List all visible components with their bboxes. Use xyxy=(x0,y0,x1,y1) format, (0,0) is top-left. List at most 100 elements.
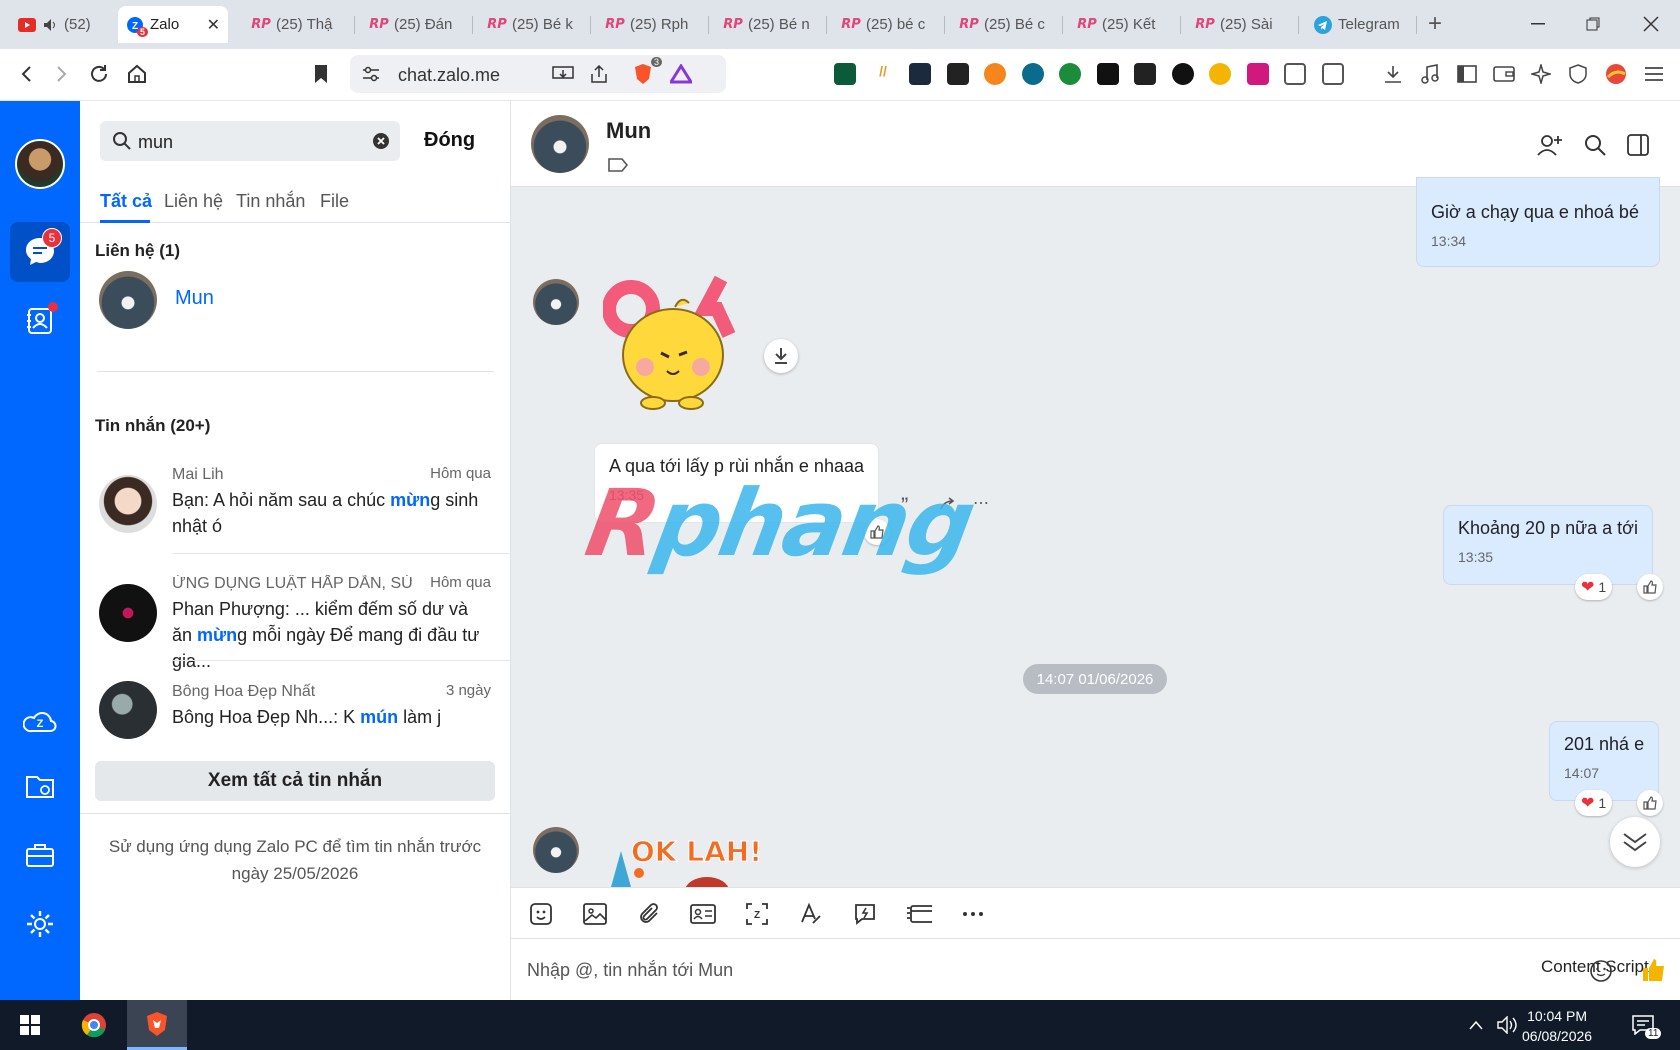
search-box[interactable]: mun xyxy=(100,121,400,161)
leo-ai-icon[interactable] xyxy=(1528,61,1554,87)
sticker-ok-lah[interactable]: OK LAH! xyxy=(597,827,767,887)
search-in-chat-icon[interactable] xyxy=(1581,131,1609,159)
tab-rp-8[interactable]: RP (25) Kết xyxy=(1070,6,1175,43)
message-result[interactable]: Bông Hoa Đẹp Nhất 3 ngày Bông Hoa Đẹp Nh… xyxy=(80,679,511,757)
like-icon[interactable] xyxy=(1637,790,1663,816)
nav-settings[interactable] xyxy=(10,894,70,954)
extension-icon[interactable] xyxy=(1134,63,1156,85)
minimize-icon[interactable] xyxy=(1523,10,1553,38)
extension-icon[interactable] xyxy=(834,63,856,85)
emoji-icon[interactable] xyxy=(1589,959,1613,983)
quick-like-icon[interactable] xyxy=(1641,957,1667,983)
attachment-icon[interactable] xyxy=(636,901,662,927)
clear-search-icon[interactable] xyxy=(372,132,390,150)
extension-icon[interactable] xyxy=(947,63,969,85)
quote-icon[interactable]: ” xyxy=(901,493,908,519)
view-all-messages-button[interactable]: Xem tất cả tin nhắn xyxy=(95,761,495,801)
metamask-icon[interactable] xyxy=(984,63,1006,85)
message-result[interactable]: Mai Lih Hôm qua Bạn: A hỏi năm sau a chú… xyxy=(80,461,511,571)
menu-icon[interactable] xyxy=(1641,61,1667,87)
chrome-taskbar-icon[interactable] xyxy=(64,1000,124,1050)
reaction-heart[interactable]: ❤ 1 xyxy=(1575,574,1613,600)
sender-avatar[interactable] xyxy=(533,827,579,873)
tab-rp-7[interactable]: RP (25) Bé c xyxy=(952,6,1057,43)
more-options-icon[interactable] xyxy=(960,901,986,927)
my-avatar[interactable] xyxy=(15,139,65,189)
extension-icon[interactable] xyxy=(1322,63,1344,85)
tab-rp-6[interactable]: RP (25) bé c xyxy=(834,6,939,43)
tab-zalo[interactable]: Z5 Zalo ✕ xyxy=(118,6,228,43)
notification-center-icon[interactable]: 11 xyxy=(1623,1000,1663,1050)
card-transfer-icon[interactable] xyxy=(906,901,932,927)
close-tab-icon[interactable]: ✕ xyxy=(207,15,220,35)
nav-messages[interactable]: 5 xyxy=(10,222,70,282)
tag-icon[interactable] xyxy=(607,157,629,173)
text-format-icon[interactable] xyxy=(798,901,824,927)
like-icon[interactable] xyxy=(1637,574,1663,600)
more-actions-icon[interactable]: ⋯ xyxy=(973,493,989,513)
tab-rp-4[interactable]: RP (25) Rph xyxy=(598,6,703,43)
message-bubble-outgoing[interactable]: Khoảng 20 p nữa a tới 13:35 xyxy=(1443,505,1653,585)
install-app-icon[interactable] xyxy=(550,61,576,87)
forward-icon[interactable] xyxy=(48,61,74,87)
message-bubble-outgoing[interactable]: 201 nhá e 14:07 xyxy=(1549,721,1660,801)
bookmark-icon[interactable] xyxy=(308,61,334,87)
tab-all[interactable]: Tất cả xyxy=(100,191,152,212)
profile-avatar-icon[interactable] xyxy=(1603,61,1629,87)
extension-icon[interactable] xyxy=(1172,63,1194,85)
sender-avatar[interactable] xyxy=(533,279,579,325)
tab-telegram[interactable]: Telegram xyxy=(1306,6,1416,43)
extension-icon[interactable] xyxy=(1022,63,1044,85)
nav-tools[interactable] xyxy=(10,825,70,885)
extensions-icon[interactable] xyxy=(1284,63,1306,85)
tab-messages[interactable]: Tin nhắn xyxy=(236,191,305,212)
image-icon[interactable] xyxy=(582,901,608,927)
brave-rewards-icon[interactable] xyxy=(668,61,694,87)
like-icon[interactable] xyxy=(864,519,890,545)
tab-files[interactable]: File xyxy=(320,191,349,212)
scroll-to-bottom-button[interactable] xyxy=(1610,817,1660,867)
nav-zcloud[interactable]: Z xyxy=(10,690,70,750)
message-bubble-outgoing[interactable]: Giờ a chạy qua e nhoá bé 13:34 xyxy=(1416,177,1660,267)
tab-contacts[interactable]: Liên hệ xyxy=(164,191,223,212)
contact-result[interactable]: Mun xyxy=(80,269,511,335)
reload-icon[interactable] xyxy=(86,61,112,87)
tab-rp-9[interactable]: RP (25) Sài xyxy=(1188,6,1293,43)
extension-icon[interactable] xyxy=(1097,63,1119,85)
site-settings-icon[interactable] xyxy=(358,61,384,87)
business-card-icon[interactable] xyxy=(690,901,716,927)
sidebar-icon[interactable] xyxy=(1454,61,1480,87)
extension-icon[interactable] xyxy=(1059,63,1081,85)
tab-rp-3[interactable]: RP (25) Bé k xyxy=(480,6,585,43)
back-icon[interactable] xyxy=(14,61,40,87)
home-icon[interactable] xyxy=(124,61,150,87)
tab-rp-2[interactable]: RP (25) Đán xyxy=(362,6,467,43)
close-search-button[interactable]: Đóng xyxy=(424,129,475,152)
new-tab-icon[interactable]: + xyxy=(1428,10,1442,38)
tab-youtube[interactable]: (52) xyxy=(10,6,110,43)
message-result[interactable]: ỨNG DỤNG LUẬT HẤP DẪN, SỨ... Hôm qua Pha… xyxy=(80,570,511,680)
volume-icon[interactable] xyxy=(1495,1000,1521,1050)
message-bubble-incoming[interactable]: A qua tới lấy p rùi nhắn e nhaaa 13:35 xyxy=(594,443,879,523)
address-bar[interactable]: chat.zalo.me 3 xyxy=(350,55,726,93)
extension-icon[interactable] xyxy=(1209,63,1231,85)
extension-icon[interactable]: // xyxy=(872,63,894,85)
reaction-heart[interactable]: ❤ 1 xyxy=(1575,790,1613,816)
quick-message-icon[interactable] xyxy=(852,901,878,927)
show-hidden-icons[interactable] xyxy=(1465,1000,1487,1050)
screenshot-icon[interactable]: Z xyxy=(744,901,770,927)
tab-rp-5[interactable]: RP (25) Bé n xyxy=(716,6,821,43)
extension-icon[interactable] xyxy=(1247,63,1269,85)
conversation-info-icon[interactable] xyxy=(1624,131,1652,159)
brave-taskbar-icon[interactable] xyxy=(127,1000,187,1050)
media-icon[interactable] xyxy=(1417,61,1443,87)
sticker-icon[interactable] xyxy=(528,901,554,927)
nav-contacts[interactable] xyxy=(10,291,70,351)
chat-avatar[interactable] xyxy=(531,115,589,173)
sticker-ok[interactable] xyxy=(603,267,763,417)
restore-icon[interactable] xyxy=(1578,10,1608,38)
download-sticker-icon[interactable] xyxy=(764,339,798,373)
forward-icon[interactable] xyxy=(939,497,957,511)
downloads-icon[interactable] xyxy=(1380,61,1406,87)
tab-rp-1[interactable]: RP (25) Thậ xyxy=(244,6,349,43)
